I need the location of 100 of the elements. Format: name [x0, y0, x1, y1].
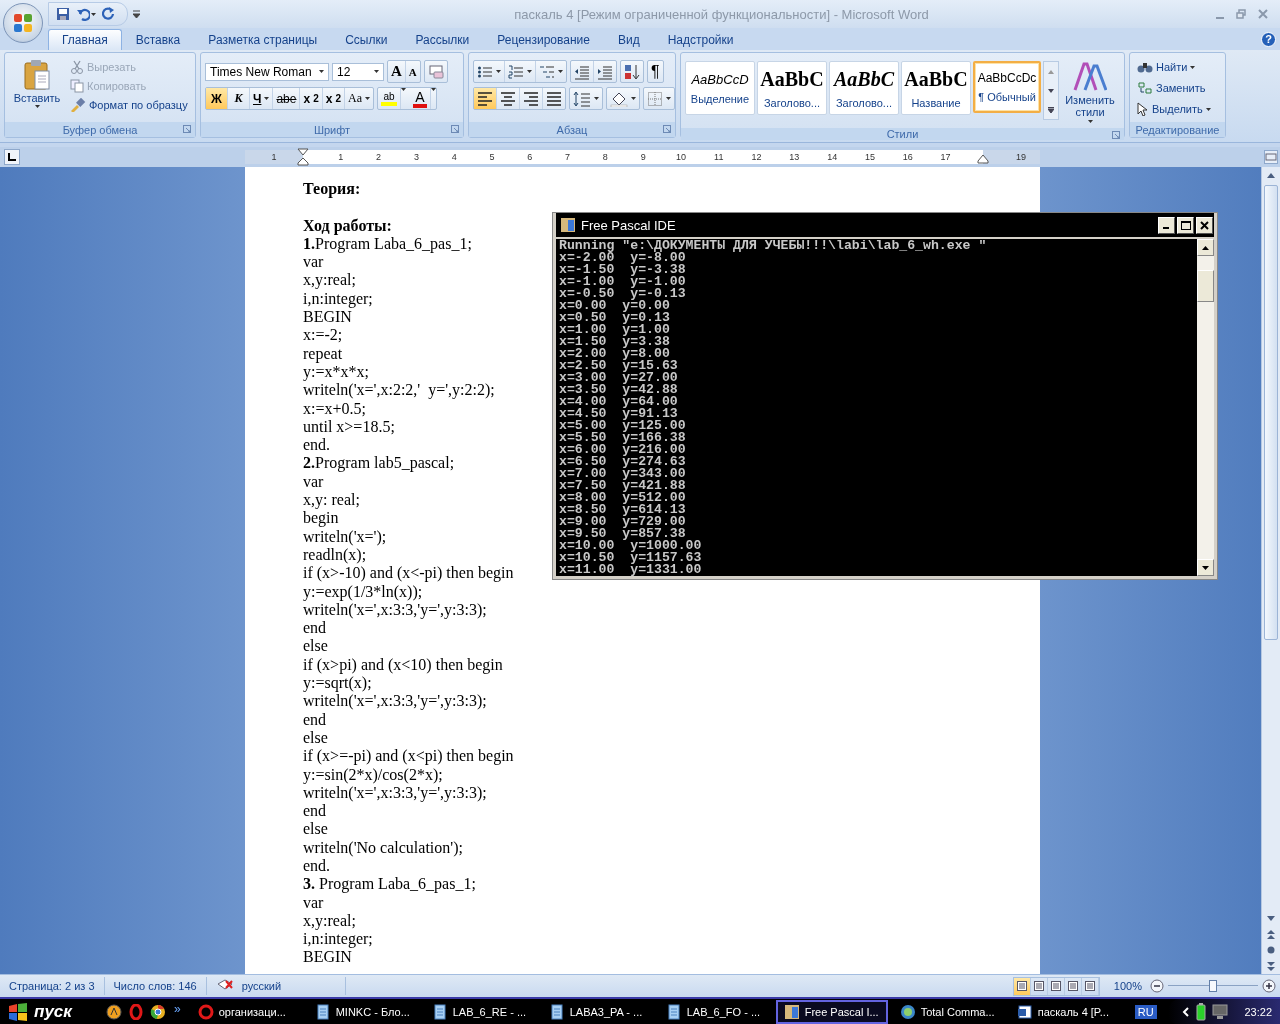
caret-icon: [558, 70, 563, 73]
language-text: русский: [241, 980, 282, 992]
console-line: x=6.50 y=274.63: [559, 456, 687, 468]
editing-item[interactable]: Выделить: [1134, 100, 1214, 118]
console-line: x=4.50 y=91.13: [559, 408, 678, 420]
zoom-in-button[interactable]: [1262, 979, 1276, 993]
scroll-up-button[interactable]: [1197, 239, 1214, 256]
maximize-button[interactable]: [1177, 216, 1194, 234]
taskbar-button[interactable]: Free Pascal I...: [775, 1000, 888, 1024]
console-line: x=1.50 y=3.38: [559, 336, 671, 348]
style-tile[interactable]: AaBbC Название: [901, 61, 971, 115]
save-button[interactable]: [55, 6, 71, 22]
arrow-up-icon: [1048, 69, 1054, 74]
minimize-button[interactable]: [1158, 216, 1175, 234]
style-tile[interactable]: AaBbC Заголово...: [829, 61, 899, 115]
battery-icon[interactable]: [1196, 1003, 1207, 1021]
ribbon-tab[interactable]: Рассылки: [401, 29, 484, 50]
undo-button[interactable]: [75, 6, 97, 22]
close-icon: [1200, 220, 1209, 230]
ribbon-tab[interactable]: Вставка: [121, 29, 195, 50]
code-line: begin: [303, 509, 339, 528]
customize-toolbar-button[interactable]: [132, 9, 141, 19]
ribbon-tab[interactable]: Вид: [603, 29, 654, 50]
scroll-thumb[interactable]: [1264, 185, 1278, 640]
office-button[interactable]: [3, 3, 43, 43]
ruler-number: 4: [450, 151, 458, 164]
more-text[interactable]: »: [174, 1002, 181, 1016]
console-title: Free Pascal IDE: [581, 217, 676, 233]
format-button[interactable]: Ж: [206, 88, 228, 109]
arrow-up-icon: [1267, 172, 1275, 178]
console-line: x=-1.00 y=-1.00: [559, 276, 687, 288]
language-indicator[interactable]: RU: [1134, 1005, 1157, 1019]
chevron-left-icon[interactable]: [1182, 1007, 1191, 1017]
redo-icon: [102, 7, 116, 21]
console-line: x=-0.50 y=-0.13: [559, 288, 687, 300]
zoom-slider[interactable]: [1168, 980, 1258, 992]
console-line: x=2.50 y=15.63: [559, 360, 679, 372]
console-line: x=7.50 y=421.88: [559, 480, 687, 492]
ruler-number: 12: [750, 151, 763, 164]
highlight-button[interactable]: ab: [377, 88, 401, 109]
clipboard-item[interactable]: Формат по образцу: [67, 96, 191, 114]
slider-thumb[interactable]: [1209, 980, 1217, 992]
app-icon: [899, 1004, 916, 1020]
font-name-field[interactable]: Times New Roman: [205, 62, 329, 81]
ruler-number: 2: [375, 151, 383, 164]
ribbon-tab[interactable]: Рецензирование: [483, 29, 604, 50]
browser-icon[interactable]: [128, 1004, 144, 1020]
heading-text: Теория:: [303, 180, 361, 199]
ruler-number: 13: [788, 151, 801, 164]
right-indent-marker-icon[interactable]: [977, 154, 989, 164]
align-left-icon: [477, 90, 493, 107]
editing-item[interactable]: Найти: [1134, 58, 1214, 76]
code-line: writeln('x=',x:3:3,'y=',y:3:3);: [303, 783, 487, 803]
format-button[interactable]: abe: [273, 88, 301, 109]
redo-button[interactable]: [101, 6, 117, 22]
numbering-button[interactable]: [505, 61, 536, 82]
show-marks-button[interactable]: ¶: [648, 61, 663, 82]
code-line: x:=x+0.5;: [303, 399, 366, 418]
ribbon-tab[interactable]: Разметка страницы: [194, 29, 332, 50]
ribbon-tab[interactable]: Надстройки: [653, 29, 748, 50]
zoom-out-button[interactable]: [1150, 979, 1164, 993]
monitor-icon[interactable]: [1212, 1004, 1229, 1020]
style-tile[interactable]: AaBbCcDc ¶ Обычный: [973, 61, 1041, 113]
tab-selector-button[interactable]: [4, 149, 20, 165]
console-line: x=-2.00 y=-8.00: [559, 252, 686, 264]
arrow-down-icon: [1048, 88, 1054, 93]
scroll-down-button[interactable]: [1197, 559, 1214, 576]
caret-icon: [666, 97, 671, 100]
code-line: if (x>=-pi) and (x<pi) then begin: [303, 747, 514, 766]
grow-font-button[interactable]: A: [388, 61, 406, 82]
view-button[interactable]: [1013, 977, 1031, 995]
help-button[interactable]: ?: [1261, 31, 1276, 47]
ribbon-tab[interactable]: Главная: [48, 29, 122, 50]
clipboard-icon: [23, 59, 51, 91]
change-styles-button[interactable]: Изменить стили: [1061, 61, 1119, 125]
font-color-button[interactable]: A: [409, 88, 431, 109]
format-button[interactable]: Aa: [344, 88, 373, 109]
borders-icon: [647, 90, 663, 107]
style-tile[interactable]: AaBbC Заголово...: [757, 61, 827, 115]
font-size-field[interactable]: 12: [332, 62, 384, 81]
maximize-icon: [1180, 220, 1191, 230]
circle-icon: [1267, 946, 1275, 954]
double-arrow-down-icon: [1267, 961, 1275, 971]
paste-button[interactable]: Вставить: [9, 56, 65, 119]
editing-item[interactable]: Заменить: [1134, 79, 1214, 97]
format-button[interactable]: Ч: [250, 88, 274, 109]
group-label: Шрифт: [313, 123, 351, 136]
close-button[interactable]: [1196, 216, 1213, 234]
app-icon: [548, 1004, 565, 1020]
ribbon-tab[interactable]: Ссылки: [331, 29, 402, 50]
word-count-text: Число слов: 146: [104, 977, 207, 995]
chrome-icon[interactable]: [150, 1004, 166, 1020]
align-left-button[interactable]: [474, 88, 497, 109]
ruler-number: 1: [337, 151, 345, 164]
indent-marker-icon[interactable]: [297, 148, 309, 166]
code-line: y:=x*x*x;: [303, 362, 369, 382]
shrink-font-button[interactable]: A: [405, 61, 420, 82]
console-line: x=2.00 y=8.00: [559, 348, 670, 360]
style-tile[interactable]: AaBbCcD Выделение: [685, 61, 755, 115]
format-button[interactable]: К: [228, 88, 250, 109]
